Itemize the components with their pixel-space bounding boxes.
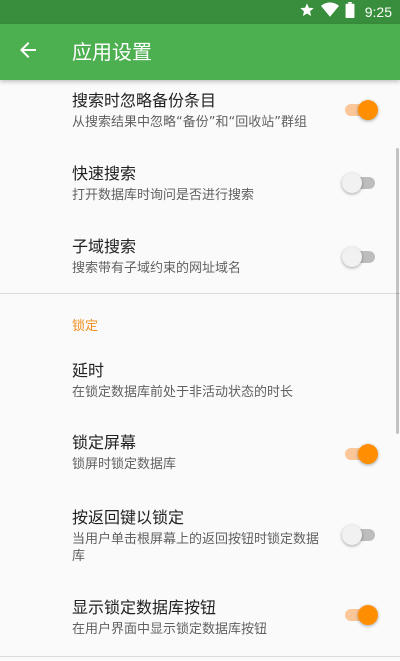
setting-summary: 锁屏时锁定数据库 (72, 457, 177, 472)
switch-thumb (358, 444, 378, 464)
setting-summary: 当用户单击根屏幕上的返回按钮时锁定数据库 (72, 532, 320, 564)
status-bar: 9:25 (0, 0, 400, 24)
page-title: 应用设置 (72, 40, 152, 64)
switch-thumb (342, 173, 362, 193)
section-divider (0, 656, 400, 657)
setting-summary: 打开数据库时询问是否进行搜索 (72, 188, 255, 203)
app-bar: 应用设置 (0, 24, 400, 80)
setting-show-lock-button[interactable]: 显示锁定数据库按钮 在用户界面中显示锁定数据库按钮 (0, 588, 400, 652)
settings-list: 搜索时忽略备份条目 从搜索结果中忽略“备份”和“回收站”群组 快速搜索 打开数据… (0, 80, 400, 661)
status-time: 9:25 (364, 4, 392, 20)
setting-title: 延时 (72, 361, 105, 380)
setting-summary: 在锁定数据库前处于非活动状态的时长 (72, 385, 294, 400)
setting-subdomain-search[interactable]: 子域搜索 搜索带有子域约束的网址域名 (0, 224, 400, 288)
setting-title: 搜索时忽略备份条目 (72, 91, 217, 110)
setting-title: 显示锁定数据库按钮 (72, 598, 217, 617)
setting-title: 按返回键以锁定 (72, 508, 185, 527)
setting-back-to-lock[interactable]: 按返回键以锁定 当用户单击根屏幕上的返回按钮时锁定数据库 (0, 496, 400, 576)
quick-search-switch[interactable] (342, 171, 378, 195)
setting-lock-timeout[interactable]: 延时 在锁定数据库前处于非活动状态的时长 (0, 350, 400, 406)
scrollbar[interactable] (396, 148, 399, 434)
setting-title: 快速搜索 (72, 164, 137, 183)
subdomain-search-switch[interactable] (342, 245, 378, 269)
setting-title: 锁定屏幕 (72, 433, 137, 452)
lock-screen-switch[interactable] (342, 442, 378, 466)
battery-icon (345, 2, 355, 22)
ignore-backup-switch[interactable] (342, 98, 378, 122)
arrow-back-icon (16, 38, 40, 66)
switch-thumb (342, 247, 362, 267)
setting-title: 子域搜索 (72, 237, 137, 256)
back-button[interactable] (12, 36, 44, 68)
show-lock-button-switch[interactable] (342, 603, 378, 627)
setting-quick-search[interactable]: 快速搜索 打开数据库时询问是否进行搜索 (0, 152, 400, 214)
section-divider (0, 293, 400, 294)
setting-summary: 搜索带有子域约束的网址域名 (72, 261, 242, 276)
switch-thumb (358, 100, 378, 120)
setting-ignore-backup[interactable]: 搜索时忽略备份条目 从搜索结果中忽略“备份”和“回收站”群组 (0, 80, 400, 142)
switch-thumb (342, 525, 362, 545)
setting-summary: 在用户界面中显示锁定数据库按钮 (72, 622, 268, 637)
switch-thumb (358, 605, 378, 625)
setting-summary: 从搜索结果中忽略“备份”和“回收站”群组 (72, 115, 307, 130)
star-icon (299, 2, 315, 22)
wifi-icon (320, 2, 339, 22)
section-header-lock: 锁定 (72, 319, 99, 334)
back-to-lock-switch[interactable] (342, 523, 378, 547)
setting-lock-screen[interactable]: 锁定屏幕 锁屏时锁定数据库 (0, 422, 400, 484)
status-icons: 9:25 (299, 2, 392, 22)
